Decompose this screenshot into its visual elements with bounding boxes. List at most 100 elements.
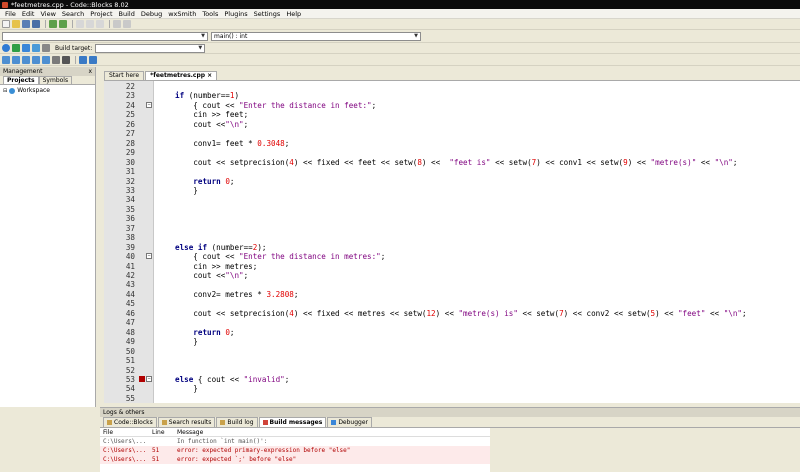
rebuild-icon[interactable] [32,44,40,52]
tab-start-here[interactable]: Start here [104,71,145,80]
tab-symbols[interactable]: Symbols [38,76,73,84]
open-folder-icon[interactable] [12,20,20,28]
code-line[interactable]: 54 } [126,384,800,393]
code-line[interactable]: 42 cout <<"\n"; [126,271,800,280]
code-line[interactable]: 26 cout <<"\n"; [126,120,800,129]
tab-feetmetres-cpp[interactable]: *feetmetres.cpp × [145,71,218,80]
save-all-icon[interactable] [32,20,40,28]
menu-wxsmith[interactable]: wxSmith [165,10,199,18]
menu-tools[interactable]: Tools [199,10,221,18]
menu-search[interactable]: Search [59,10,87,18]
fold-toggle-icon[interactable]: − [146,375,152,382]
close-icon[interactable]: x [88,68,92,75]
code-line[interactable]: 37 [126,224,800,233]
debugger-icon [331,420,337,425]
message-row[interactable]: C:\Users\... 51 error: expected `;' before… [100,455,490,464]
step-into-icon[interactable] [32,55,40,64]
code-line[interactable]: 47 [126,318,800,327]
code-line[interactable]: 30 cout << setprecision(4) << fixed << f… [126,158,800,167]
col-file[interactable]: File [103,428,152,436]
code-line[interactable]: 38 [126,233,800,242]
code-line[interactable]: 46 cout << setprecision(4) << fixed << m… [126,309,800,318]
code-line[interactable]: 44 conv2= metres * 3.2808; [126,290,800,299]
fold-toggle-icon[interactable]: − [146,101,152,108]
code-line[interactable]: 51 [126,356,800,365]
tab-build-messages[interactable]: Build messages [258,417,327,427]
step-out-icon[interactable] [42,55,50,64]
new-file-icon[interactable] [2,20,10,28]
menu-project[interactable]: Project [87,10,115,18]
code-line[interactable]: 29 [126,148,800,157]
code-line[interactable]: 22 [126,82,800,91]
code-line[interactable]: 39 else if (number==2); [126,242,800,252]
code-line[interactable]: 34 [126,195,800,204]
tree-collapse-icon[interactable]: ⊟ [3,88,7,94]
undo-icon[interactable] [49,20,57,28]
build-and-run-icon[interactable] [22,44,30,52]
code-line[interactable]: 41 cin >> metres; [126,262,800,271]
copy-icon[interactable] [86,20,94,28]
tab-debugger[interactable]: Debugger [327,417,373,427]
save-icon[interactable] [22,20,30,28]
code-line[interactable]: 52 [126,366,800,375]
code-line[interactable]: 33 } [126,186,800,195]
find-icon[interactable] [113,20,121,28]
menu-plugins[interactable]: Plugins [221,10,250,18]
tab-search-results[interactable]: Search results [157,417,216,427]
code-line[interactable]: 49 } [126,337,800,346]
settings-gear-icon[interactable] [2,44,10,52]
message-row[interactable]: C:\Users\... 51 error: expected primary-ex… [100,446,490,455]
next-instruction-icon[interactable] [52,55,60,64]
menu-view[interactable]: View [37,10,58,18]
code-line[interactable]: 28 conv1= feet * 0.3048; [126,139,800,148]
tab-codeblocks-log[interactable]: Code::Blocks [103,417,157,427]
redo-icon[interactable] [59,20,67,28]
run-icon[interactable] [12,44,20,52]
replace-icon[interactable] [123,20,131,28]
code-line[interactable]: 45 [126,299,800,308]
run-to-cursor-icon[interactable] [12,55,20,64]
cut-icon[interactable] [76,20,84,28]
code-line[interactable]: 31 [126,167,800,176]
code-line[interactable]: 23 if (number==1) [126,91,800,100]
menu-file[interactable]: File [2,10,19,18]
workspace-node[interactable]: ⊟ Workspace [0,85,95,96]
code-line[interactable]: 36 [126,214,800,223]
message-row[interactable]: C:\Users\... In function `int main()': [100,437,490,446]
info-icon[interactable] [89,55,97,64]
col-message[interactable]: Message [177,428,490,436]
code-line[interactable]: 35 [126,205,800,214]
symbol-combo[interactable]: main() : int ▼ [211,31,421,41]
next-line-icon[interactable] [22,55,30,64]
code-line[interactable]: 48 return 0; [126,328,800,337]
menu-help[interactable]: Help [283,10,304,18]
paste-icon[interactable] [96,20,104,28]
build-target-combo[interactable]: ▼ [95,43,206,53]
stop-debug-icon[interactable] [62,55,70,64]
fold-toggle-icon[interactable]: − [146,253,152,260]
code-line[interactable]: 27 [126,129,800,138]
abort-icon[interactable] [42,44,50,52]
menu-debug[interactable]: Debug [138,10,165,18]
scope-combo[interactable]: ▼ [2,31,208,41]
code-editor[interactable]: 22 23 if (number==1) 24 − { cout << "Enter t… [104,81,800,403]
code-line[interactable]: 55 [126,394,800,403]
menu-settings[interactable]: Settings [251,10,284,18]
code-line[interactable]: 32 return 0; [126,177,800,186]
code-line[interactable]: 25 cin >> feet; [126,110,800,119]
error-marker-icon [139,375,145,382]
code-line[interactable]: 43 [126,280,800,289]
code-line[interactable]: 24 − { cout << "Enter the distance in fee… [126,101,800,110]
code-line[interactable]: 40 − { cout << "Enter the distance in met… [126,252,800,261]
code-area[interactable]: 22 23 if (number==1) 24 − { cout << "Enter t… [126,81,800,403]
menu-build[interactable]: Build [116,10,138,18]
col-line[interactable]: Line [152,428,177,436]
menu-edit[interactable]: Edit [19,10,38,18]
code-line[interactable]: 50 [126,347,800,356]
debug-continue-icon[interactable] [2,55,10,64]
debug-windows-icon[interactable] [79,55,87,64]
code-text: else if (number==2); [175,242,267,252]
tab-projects[interactable]: Projects [3,76,39,84]
code-line[interactable]: 53 − else { cout << "invalid"; [126,375,800,384]
tab-build-log[interactable]: Build log [216,417,258,427]
